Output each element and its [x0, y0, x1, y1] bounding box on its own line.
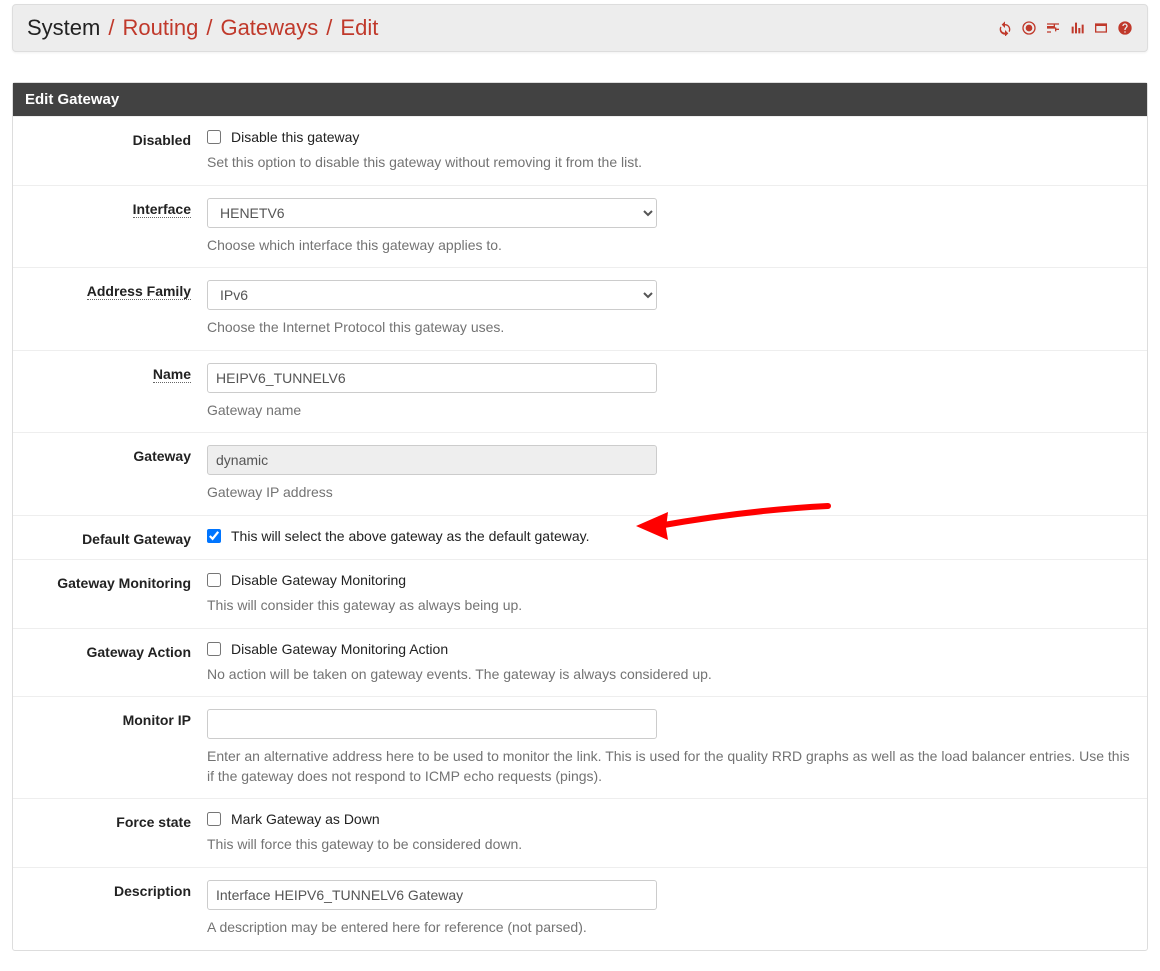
help-force-state: This will force this gateway to be consi…: [207, 835, 1137, 855]
breadcrumb-edit[interactable]: Edit: [340, 15, 378, 41]
help-gateway-action: No action will be taken on gateway event…: [207, 665, 1137, 685]
row-force-state: Force state Mark Gateway as Down This wi…: [13, 798, 1147, 867]
help-gateway-monitoring: This will consider this gateway as alway…: [207, 596, 1137, 616]
panel-title: Edit Gateway: [13, 83, 1147, 116]
breadcrumb-bar: System / Routing / Gateways / Edit: [12, 4, 1148, 52]
row-default-gateway: Default Gateway This will select the abo…: [13, 515, 1147, 559]
label-name: Name: [23, 363, 207, 421]
row-name: Name Gateway name: [13, 350, 1147, 433]
checkbox-gateway-action[interactable]: Disable Gateway Monitoring Action: [207, 641, 1137, 657]
help-address-family: Choose the Internet Protocol this gatewa…: [207, 318, 1137, 338]
gateway-monitoring-checkbox[interactable]: [207, 573, 221, 587]
checkbox-force-state[interactable]: Mark Gateway as Down: [207, 811, 1137, 827]
label-disabled: Disabled: [23, 129, 207, 173]
label-gateway: Gateway: [23, 445, 207, 503]
row-interface: Interface HENETV6 Choose which interface…: [13, 185, 1147, 268]
target-icon[interactable]: [1021, 20, 1037, 36]
label-default-gateway: Default Gateway: [23, 528, 207, 547]
breadcrumb-routing[interactable]: Routing: [122, 15, 198, 41]
row-gateway-monitoring: Gateway Monitoring Disable Gateway Monit…: [13, 559, 1147, 628]
row-disabled: Disabled Disable this gateway Set this o…: [13, 116, 1147, 185]
gateway-action-checkbox[interactable]: [207, 642, 221, 656]
help-gateway: Gateway IP address: [207, 483, 1137, 503]
label-description: Description: [23, 880, 207, 938]
breadcrumb-sep: /: [108, 15, 114, 41]
bar-chart-icon[interactable]: [1069, 20, 1085, 36]
help-name: Gateway name: [207, 401, 1137, 421]
checkbox-disabled[interactable]: Disable this gateway: [207, 129, 1137, 145]
monitor-ip-input[interactable]: [207, 709, 657, 739]
label-force-state: Force state: [23, 811, 207, 855]
breadcrumb-gateways[interactable]: Gateways: [220, 15, 318, 41]
label-gateway-monitoring: Gateway Monitoring: [23, 572, 207, 616]
help-description: A description may be entered here for re…: [207, 918, 1137, 938]
label-gateway-action: Gateway Action: [23, 641, 207, 685]
address-family-select[interactable]: IPv6: [207, 280, 657, 310]
help-disabled: Set this option to disable this gateway …: [207, 153, 1137, 173]
force-state-checkbox[interactable]: [207, 812, 221, 826]
checkbox-default-gateway[interactable]: This will select the above gateway as th…: [207, 528, 1137, 544]
force-state-checkbox-label: Mark Gateway as Down: [231, 811, 380, 827]
label-monitor-ip: Monitor IP: [23, 709, 207, 786]
breadcrumb-sep: /: [326, 15, 332, 41]
edit-gateway-panel: Edit Gateway Disabled Disable this gatew…: [12, 82, 1148, 951]
default-gateway-checkbox[interactable]: [207, 529, 221, 543]
sliders-icon[interactable]: [1045, 20, 1061, 36]
row-monitor-ip: Monitor IP Enter an alternative address …: [13, 696, 1147, 798]
help-monitor-ip: Enter an alternative address here to be …: [207, 747, 1137, 786]
disabled-checkbox-label: Disable this gateway: [231, 129, 359, 145]
label-address-family: Address Family: [23, 280, 207, 338]
row-gateway: Gateway Gateway IP address: [13, 432, 1147, 515]
row-description: Description A description may be entered…: [13, 867, 1147, 950]
gateway-action-checkbox-label: Disable Gateway Monitoring Action: [231, 641, 448, 657]
gateway-input: [207, 445, 657, 475]
disabled-checkbox[interactable]: [207, 130, 221, 144]
window-icon[interactable]: [1093, 20, 1109, 36]
description-input[interactable]: [207, 880, 657, 910]
default-gateway-checkbox-label: This will select the above gateway as th…: [231, 528, 590, 544]
row-gateway-action: Gateway Action Disable Gateway Monitorin…: [13, 628, 1147, 697]
help-icon[interactable]: [1117, 20, 1133, 36]
refresh-icon[interactable]: [997, 20, 1013, 36]
interface-select[interactable]: HENETV6: [207, 198, 657, 228]
breadcrumb: System / Routing / Gateways / Edit: [27, 15, 378, 41]
breadcrumb-sep: /: [206, 15, 212, 41]
checkbox-gateway-monitoring[interactable]: Disable Gateway Monitoring: [207, 572, 1137, 588]
help-interface: Choose which interface this gateway appl…: [207, 236, 1137, 256]
label-interface: Interface: [23, 198, 207, 256]
name-input[interactable]: [207, 363, 657, 393]
page-toolbar: [997, 20, 1133, 36]
row-address-family: Address Family IPv6 Choose the Internet …: [13, 267, 1147, 350]
gateway-monitoring-checkbox-label: Disable Gateway Monitoring: [231, 572, 406, 588]
breadcrumb-root: System: [27, 15, 100, 41]
